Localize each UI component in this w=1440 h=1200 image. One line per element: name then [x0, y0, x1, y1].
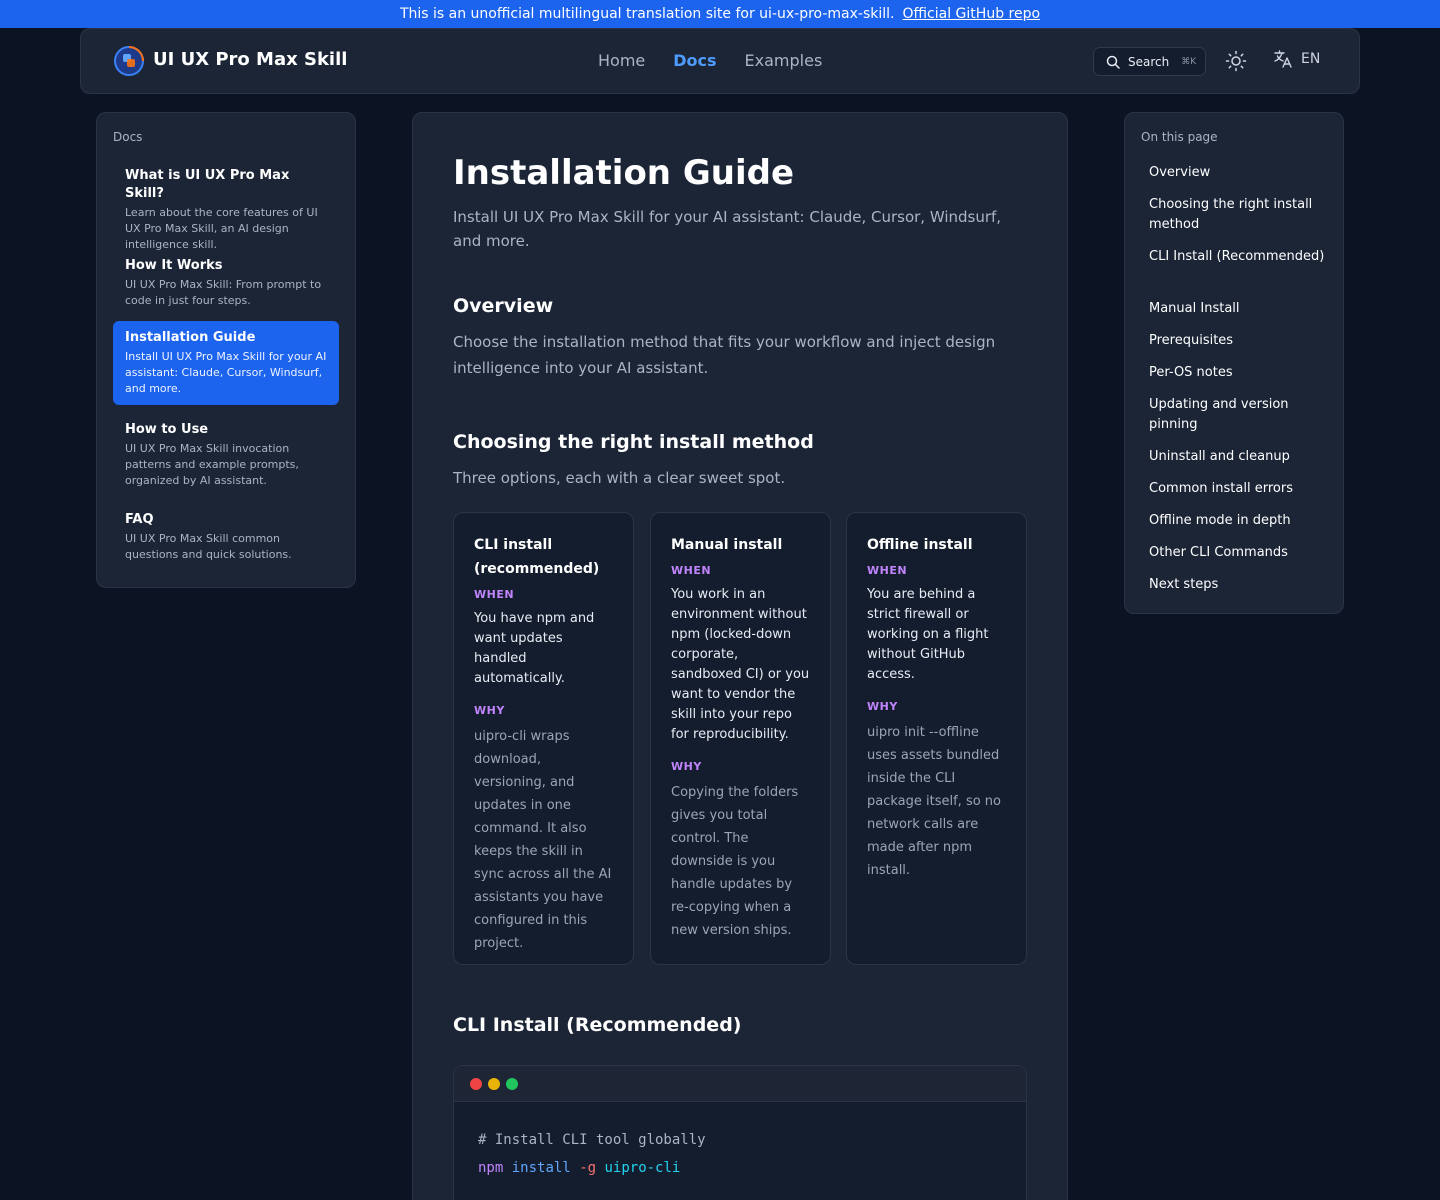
brand-name[interactable]: UI UX Pro Max Skill: [153, 49, 347, 70]
card-when-text: You have npm and want updates handled au…: [474, 611, 595, 686]
toc-label: On this page: [1141, 130, 1218, 144]
choosing-text: Three options, each with a clear sweet s…: [453, 469, 786, 487]
card-title: Manual install: [671, 537, 783, 553]
nav-examples[interactable]: Examples: [745, 51, 823, 70]
card-when-text: You work in an environment without npm (…: [671, 587, 810, 742]
page-title: Installation Guide: [453, 153, 795, 193]
language-code: EN: [1301, 51, 1321, 67]
toc-item-next-steps[interactable]: Next steps: [1149, 575, 1329, 595]
main-nav: Home Docs Examples: [598, 51, 822, 70]
language-switcher[interactable]: EN: [1273, 49, 1320, 69]
sidebar-item-how-to-use[interactable]: How to Use UI UX Pro Max Skill invocatio…: [113, 413, 339, 497]
sidebar-item-desc: UI UX Pro Max Skill invocation patterns …: [125, 442, 299, 487]
code-block: # Install CLI tool globally npm install …: [453, 1065, 1027, 1200]
sidebar-item-desc: UI UX Pro Max Skill common questions and…: [125, 532, 292, 561]
card-when-text: You are behind a strict firewall or work…: [867, 587, 989, 682]
toc-item-choosing[interactable]: Choosing the right install method: [1149, 195, 1329, 235]
nav-home[interactable]: Home: [598, 51, 645, 70]
logo-icon[interactable]: [113, 45, 145, 77]
sidebar-label: Docs: [113, 130, 143, 144]
translate-icon: [1274, 50, 1292, 68]
code-subcommand: install: [511, 1160, 571, 1176]
code-command-line: npm install -g uipro-cli: [478, 1154, 1002, 1182]
top-navigation: UI UX Pro Max Skill Home Docs Examples S…: [80, 28, 1360, 94]
nav-docs[interactable]: Docs: [673, 51, 716, 70]
card-title: CLI install (recommended): [474, 537, 600, 577]
sun-icon[interactable]: [1225, 50, 1247, 72]
sidebar-item-desc: Learn about the core features of UI UX P…: [125, 206, 318, 251]
overview-text: Choose the installation method that fits…: [453, 333, 996, 377]
code-content[interactable]: # Install CLI tool globally npm install …: [454, 1102, 1026, 1200]
toc-item-overview[interactable]: Overview: [1149, 163, 1329, 183]
sidebar-item-faq[interactable]: FAQ UI UX Pro Max Skill common questions…: [113, 503, 339, 571]
manual-install-card: Manual install WHEN You work in an envir…: [650, 512, 831, 965]
toc-item-per-os[interactable]: Per-OS notes: [1149, 363, 1329, 383]
cli-install-heading: CLI Install (Recommended): [453, 1014, 742, 1036]
sidebar-item-title: How to Use: [125, 422, 209, 437]
code-cmd: npm: [478, 1160, 504, 1176]
toc-item-updating[interactable]: Updating and version pinning: [1149, 395, 1329, 435]
card-why-label: WHY: [474, 704, 505, 717]
code-package: uipro-cli: [604, 1160, 681, 1176]
github-repo-link[interactable]: Official GitHub repo: [903, 6, 1041, 22]
code-comment: # Install CLI tool globally: [478, 1132, 706, 1148]
sidebar-item-how-it-works[interactable]: How It Works UI UX Pro Max Skill: From p…: [113, 249, 339, 317]
card-why-label: WHY: [867, 700, 898, 713]
sidebar-item-what-is[interactable]: What is UI UX Pro Max Skill? Learn about…: [113, 159, 339, 261]
sidebar-item-desc: Install UI UX Pro Max Skill for your AI …: [125, 350, 327, 395]
table-of-contents: On this page Overview Choosing the right…: [1124, 112, 1344, 614]
page-lead: Install UI UX Pro Max Skill for your AI …: [453, 208, 1002, 250]
docs-sidebar: Docs What is UI UX Pro Max Skill? Learn …: [96, 112, 356, 588]
card-title: Offline install: [867, 537, 973, 553]
toc-item-uninstall[interactable]: Uninstall and cleanup: [1149, 447, 1329, 467]
toc-item-prerequisites[interactable]: Prerequisites: [1149, 331, 1329, 351]
search-shortcut: ⌘K: [1181, 56, 1197, 67]
search-icon: [1106, 55, 1120, 69]
offline-install-card: Offline install WHEN You are behind a st…: [846, 512, 1027, 965]
toc-item-manual-install[interactable]: Manual Install: [1149, 299, 1329, 319]
card-when-label: WHEN: [867, 564, 908, 577]
toc-item-offline[interactable]: Offline mode in depth: [1149, 511, 1329, 531]
search-label: Search: [1128, 54, 1170, 69]
banner-text: This is an unofficial multilingual trans…: [399, 6, 895, 22]
card-why-text: uipro init --offline uses assets bundled…: [867, 725, 1001, 878]
sidebar-item-title: What is UI UX Pro Max Skill?: [125, 168, 290, 201]
sidebar-item-title: FAQ: [125, 512, 154, 527]
toc-item-errors[interactable]: Common install errors: [1149, 479, 1329, 499]
announcement-banner: This is an unofficial multilingual trans…: [0, 0, 1440, 28]
main-content: Installation Guide Install UI UX Pro Max…: [412, 112, 1068, 1200]
sidebar-item-title: Installation Guide: [125, 330, 256, 345]
close-dot-icon: [470, 1077, 482, 1090]
code-window-bar: [454, 1066, 1026, 1102]
card-why-label: WHY: [671, 760, 702, 773]
cli-install-card: CLI install (recommended) WHEN You have …: [453, 512, 634, 965]
sidebar-item-desc: UI UX Pro Max Skill: From prompt to code…: [125, 278, 322, 307]
card-when-label: WHEN: [671, 564, 712, 577]
code-flag: -g: [579, 1160, 597, 1176]
overview-heading: Overview: [453, 295, 554, 317]
toc-item-other-cli[interactable]: Other CLI Commands: [1149, 543, 1329, 563]
card-when-label: WHEN: [474, 588, 515, 601]
card-why-text: uipro-cli wraps download, versioning, an…: [474, 729, 612, 951]
card-why-text: Copying the folders gives you total cont…: [671, 785, 799, 938]
choosing-heading: Choosing the right install method: [453, 431, 814, 453]
maximize-dot-icon: [506, 1077, 518, 1090]
toc-item-cli-install[interactable]: CLI Install (Recommended): [1149, 247, 1329, 267]
sidebar-item-title: How It Works: [125, 258, 223, 273]
minimize-dot-icon: [488, 1077, 500, 1090]
sidebar-item-installation-guide[interactable]: Installation Guide Install UI UX Pro Max…: [113, 321, 339, 405]
search-button[interactable]: Search ⌘K: [1093, 47, 1206, 76]
